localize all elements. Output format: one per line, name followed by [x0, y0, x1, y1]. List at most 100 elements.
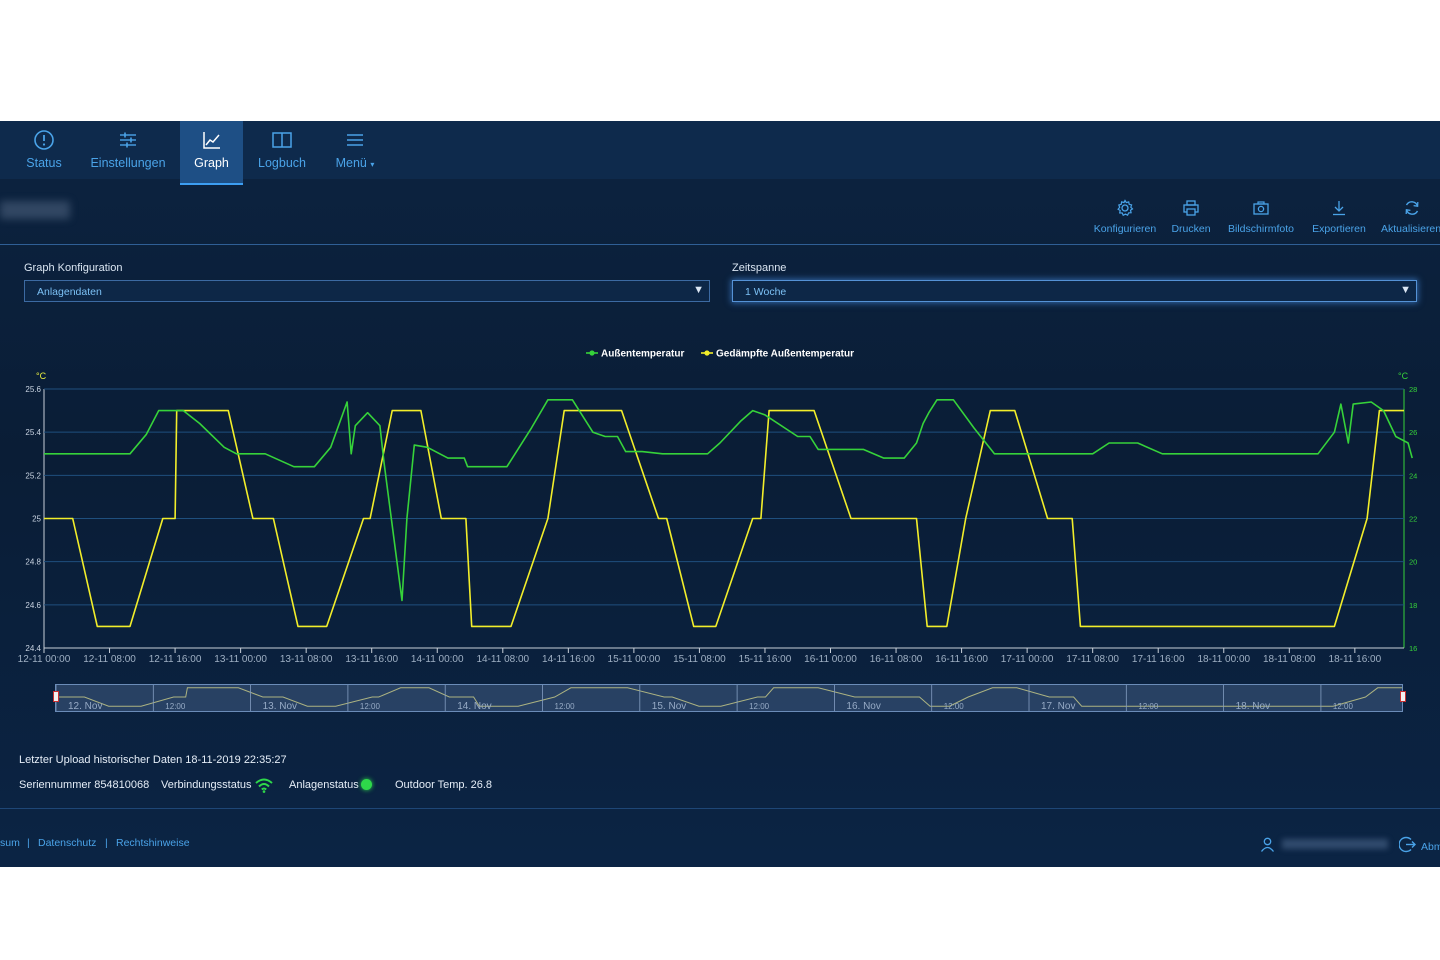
footer-separator: |	[27, 837, 30, 849]
y-left-tick-label: 25	[32, 515, 41, 524]
graph-config-value: Anlagendaten	[37, 286, 102, 298]
y-left-tick-label: 25.6	[25, 385, 41, 394]
device-name-blurred	[0, 201, 70, 219]
x-tick-label: 13-11 16:00	[345, 654, 398, 665]
user-icon[interactable]	[1260, 837, 1275, 852]
chevron-down-icon: ▾	[370, 160, 375, 169]
timespan-label: Zeitspanne	[732, 262, 787, 274]
footer-separator: |	[105, 837, 108, 849]
dropdown-arrow-icon: ▼	[693, 284, 704, 296]
x-tick-label: 16-11 08:00	[870, 654, 923, 665]
x-tick-label: 14-11 16:00	[542, 654, 595, 665]
refresh-icon	[1405, 201, 1419, 215]
exportieren-label: Exportieren	[1312, 223, 1366, 235]
x-tick-label: 12-11 08:00	[83, 654, 136, 665]
impressum-link[interactable]: sum	[0, 837, 20, 849]
tab-graph[interactable]: Graph	[180, 121, 243, 185]
legend-item: Außentemperatur	[601, 349, 684, 360]
last-upload-text: Letzter Upload historischer Daten 18-11-…	[19, 754, 287, 766]
x-tick-label: 18-11 16:00	[1329, 654, 1382, 665]
gear-icon	[1117, 199, 1134, 217]
y-right-tick-label: 28	[1409, 385, 1417, 394]
y-right-tick-label: 20	[1409, 558, 1417, 567]
x-tick-label: 15-11 08:00	[673, 654, 726, 665]
y-right-tick-label: 16	[1409, 644, 1417, 653]
download-icon	[1333, 201, 1345, 216]
y-left-tick-label: 24.8	[25, 558, 41, 567]
tab-menu[interactable]: Menü ▾	[332, 121, 378, 185]
app-window: Status Einstellungen Graph Logbuch Menü …	[0, 121, 1440, 867]
aktualisieren-label: Aktualisieren	[1381, 223, 1440, 235]
y-left-axis-title: °C	[36, 371, 47, 381]
konfigurieren-label: Konfigurieren	[1093, 223, 1157, 235]
x-tick-label: 14-11 08:00	[476, 654, 529, 665]
tab-einstellungen-label: Einstellungen	[90, 156, 166, 170]
connection-status-label: Verbindungsstatus	[161, 779, 252, 791]
y-right-tick-label: 18	[1409, 601, 1417, 610]
navigator-right-handle[interactable]	[1400, 691, 1406, 702]
timespan-select[interactable]: 1 Woche ▼	[732, 280, 1417, 302]
datenschutz-link[interactable]: Datenschutz	[38, 837, 96, 849]
exportieren-button[interactable]: Exportieren	[1310, 199, 1368, 235]
system-status-indicator	[361, 779, 372, 790]
y-left-tick-label: 24.4	[25, 644, 41, 653]
x-tick-label: 17-11 00:00	[1001, 654, 1054, 665]
footer-divider	[0, 808, 1440, 809]
range-navigator[interactable]	[55, 684, 1403, 712]
x-tick-label: 17-11 16:00	[1132, 654, 1185, 665]
x-tick-label: 16-11 16:00	[935, 654, 988, 665]
hamburger-icon	[347, 134, 363, 146]
system-status-label: Anlagenstatus	[289, 779, 359, 791]
graph-config-select[interactable]: Anlagendaten ▼	[24, 280, 710, 302]
y-right-tick-label: 26	[1409, 428, 1417, 437]
aktualisieren-button[interactable]: Aktualisieren	[1381, 199, 1440, 235]
drucken-label: Drucken	[1171, 223, 1211, 235]
tab-logbuch[interactable]: Logbuch	[256, 121, 308, 185]
tab-status-label: Status	[26, 156, 62, 170]
dropdown-arrow-icon: ▼	[1400, 284, 1411, 296]
x-tick-label: 18-11 08:00	[1263, 654, 1316, 665]
timespan-value: 1 Woche	[745, 286, 787, 298]
x-tick-label: 15-11 00:00	[608, 654, 661, 665]
legend-item: Gedämpfte Außentemperatur	[716, 349, 854, 360]
legend-marker	[589, 350, 595, 356]
logout-icon[interactable]	[1399, 836, 1416, 853]
konfigurieren-button[interactable]: Konfigurieren	[1093, 199, 1157, 235]
header-divider	[0, 244, 1440, 245]
printer-icon	[1183, 200, 1199, 216]
x-tick-label: 12-11 00:00	[18, 654, 71, 665]
x-tick-label: 12-11 16:00	[149, 654, 202, 665]
tab-status[interactable]: Status	[22, 121, 66, 185]
book-icon	[272, 132, 292, 148]
y-right-tick-label: 22	[1409, 515, 1417, 524]
navigator-left-handle[interactable]	[53, 691, 59, 702]
tab-menu-label: Menü	[335, 156, 367, 170]
y-right-tick-label: 24	[1409, 471, 1417, 480]
wifi-icon	[255, 778, 273, 793]
logout-link[interactable]: Abm	[1421, 841, 1440, 853]
drucken-button[interactable]: Drucken	[1170, 199, 1212, 235]
tab-einstellungen[interactable]: Einstellungen	[90, 121, 166, 185]
x-tick-label: 13-11 08:00	[280, 654, 333, 665]
bildschirmfoto-label: Bildschirmfoto	[1228, 223, 1294, 235]
graph-config-label: Graph Konfiguration	[24, 262, 123, 274]
outdoor-temp: Outdoor Temp. 26.8	[395, 779, 493, 791]
series-line-aussentemperatur	[44, 398, 1413, 602]
x-tick-label: 15-11 16:00	[739, 654, 792, 665]
rechtshinweise-link[interactable]: Rechtshinweise	[116, 837, 190, 849]
y-left-tick-label: 25.2	[25, 471, 41, 480]
camera-icon	[1253, 201, 1269, 215]
x-tick-label: 16-11 00:00	[804, 654, 857, 665]
user-name-blurred	[1282, 839, 1388, 849]
tab-menu-label-wrap: Menü ▾	[336, 156, 375, 170]
bildschirmfoto-button[interactable]: Bildschirmfoto	[1226, 199, 1296, 235]
x-tick-label: 13-11 00:00	[214, 654, 267, 665]
tab-graph-label: Graph	[194, 156, 229, 170]
top-navigation: Status Einstellungen Graph Logbuch Menü …	[0, 121, 1440, 185]
y-right-axis-title: °C	[1398, 371, 1409, 381]
info-icon	[34, 130, 54, 150]
legend-marker	[704, 350, 710, 356]
chart-icon	[202, 132, 220, 149]
tab-logbuch-label: Logbuch	[258, 156, 306, 170]
sliders-icon	[120, 132, 136, 148]
